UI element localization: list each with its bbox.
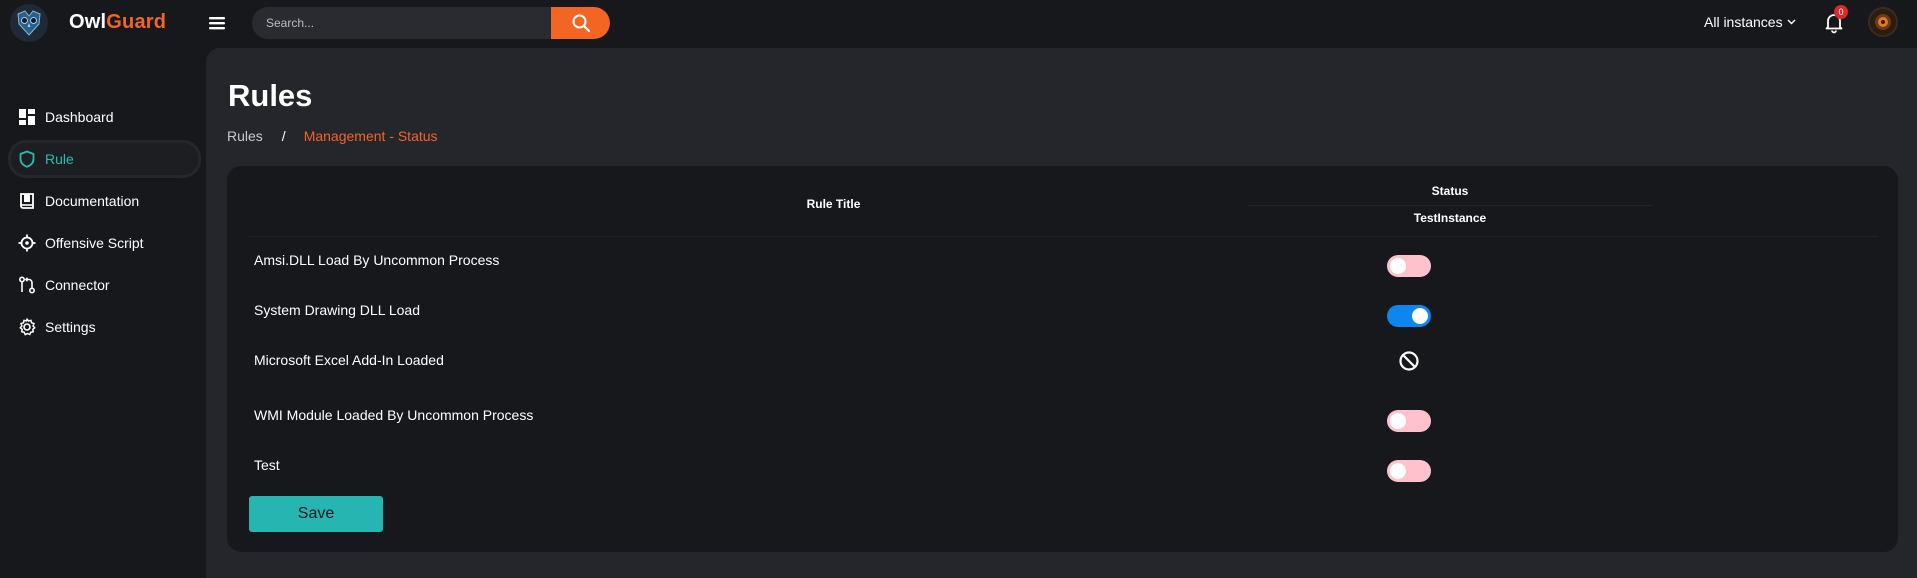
rule-status-toggle[interactable] — [1387, 305, 1431, 327]
hamburger-menu-icon[interactable] — [208, 15, 226, 31]
dashboard-icon — [17, 107, 37, 127]
search-button[interactable] — [551, 7, 610, 39]
chevron-down-icon — [1787, 19, 1796, 25]
sidebar-item-documentation[interactable]: Documentation — [8, 182, 201, 220]
user-avatar[interactable] — [1868, 7, 1898, 37]
sidebar-item-label: Offensive Script — [45, 235, 144, 251]
rules-status-card: Rule Title Status TestInstance Amsi.DLL … — [227, 166, 1898, 552]
app-brand[interactable]: OwlGuard — [69, 11, 166, 34]
sidebar-item-rule[interactable]: Rule — [8, 140, 201, 178]
column-header-status: Status — [1431, 184, 1469, 198]
breadcrumb: Rules / Management - Status — [227, 128, 438, 144]
search-bar — [252, 7, 610, 39]
sidebar-item-label: Dashboard — [45, 109, 114, 125]
rule-title: Microsoft Excel Add-In Loaded — [254, 352, 444, 368]
rule-status-toggle[interactable] — [1387, 255, 1431, 277]
header-divider — [1247, 205, 1653, 206]
gear-icon — [17, 317, 37, 337]
rule-status-toggle[interactable] — [1387, 460, 1431, 482]
toggle-knob — [1390, 463, 1406, 479]
instance-selector[interactable]: All instances — [1704, 14, 1796, 30]
sidebar-item-settings[interactable]: Settings — [8, 308, 201, 346]
search-icon — [572, 14, 590, 33]
book-icon — [17, 191, 37, 211]
rule-title: Amsi.DLL Load By Uncommon Process — [254, 252, 500, 268]
sidebar-item-label: Rule — [45, 151, 74, 167]
column-header-rule-title: Rule Title — [806, 197, 861, 211]
save-button[interactable]: Save — [249, 496, 383, 532]
toggle-knob — [1390, 413, 1406, 429]
sidebar-item-label: Documentation — [45, 193, 140, 209]
notification-count-badge: 0 — [1834, 5, 1848, 19]
rule-title: Test — [254, 457, 280, 473]
page-title: Rules — [228, 78, 313, 113]
column-header-instance: TestInstance — [1413, 211, 1487, 225]
owl-logo-icon[interactable] — [10, 4, 48, 42]
breadcrumb-separator: / — [281, 128, 286, 144]
brand-guard: Guard — [106, 11, 167, 33]
main-content: Rules Rules / Management - Status Rule T… — [206, 48, 1917, 578]
top-bar: OwlGuard All instances 0 — [0, 0, 1917, 46]
search-input[interactable] — [252, 7, 552, 39]
instance-selector-label: All instances — [1704, 14, 1783, 30]
rule-title: System Drawing DLL Load — [254, 302, 421, 318]
sidebar-item-offensive-script[interactable]: Offensive Script — [8, 224, 201, 262]
rule-status-toggle[interactable] — [1387, 410, 1431, 432]
sidebar-item-label: Settings — [45, 319, 96, 335]
sidebar-item-label: Connector — [45, 277, 110, 293]
breadcrumb-root-link[interactable]: Rules — [227, 128, 263, 144]
sidebar-item-dashboard[interactable]: Dashboard — [8, 98, 201, 136]
brand-owl: Owl — [69, 11, 107, 33]
toggle-knob — [1412, 308, 1428, 324]
sidebar-item-connector[interactable]: Connector — [8, 266, 201, 304]
rule-title: WMI Module Loaded By Uncommon Process — [254, 407, 534, 423]
shield-icon — [17, 149, 37, 169]
table-header-divider — [248, 236, 1878, 237]
breadcrumb-current: Management - Status — [303, 128, 438, 144]
connector-icon — [17, 275, 37, 295]
toggle-knob — [1390, 258, 1406, 274]
crosshair-icon — [17, 233, 37, 253]
sidebar: Dashboard Rule Documentation Offensive S… — [0, 46, 206, 578]
avatar-emblem-icon — [1875, 14, 1891, 30]
prohibited-icon — [1397, 349, 1421, 373]
